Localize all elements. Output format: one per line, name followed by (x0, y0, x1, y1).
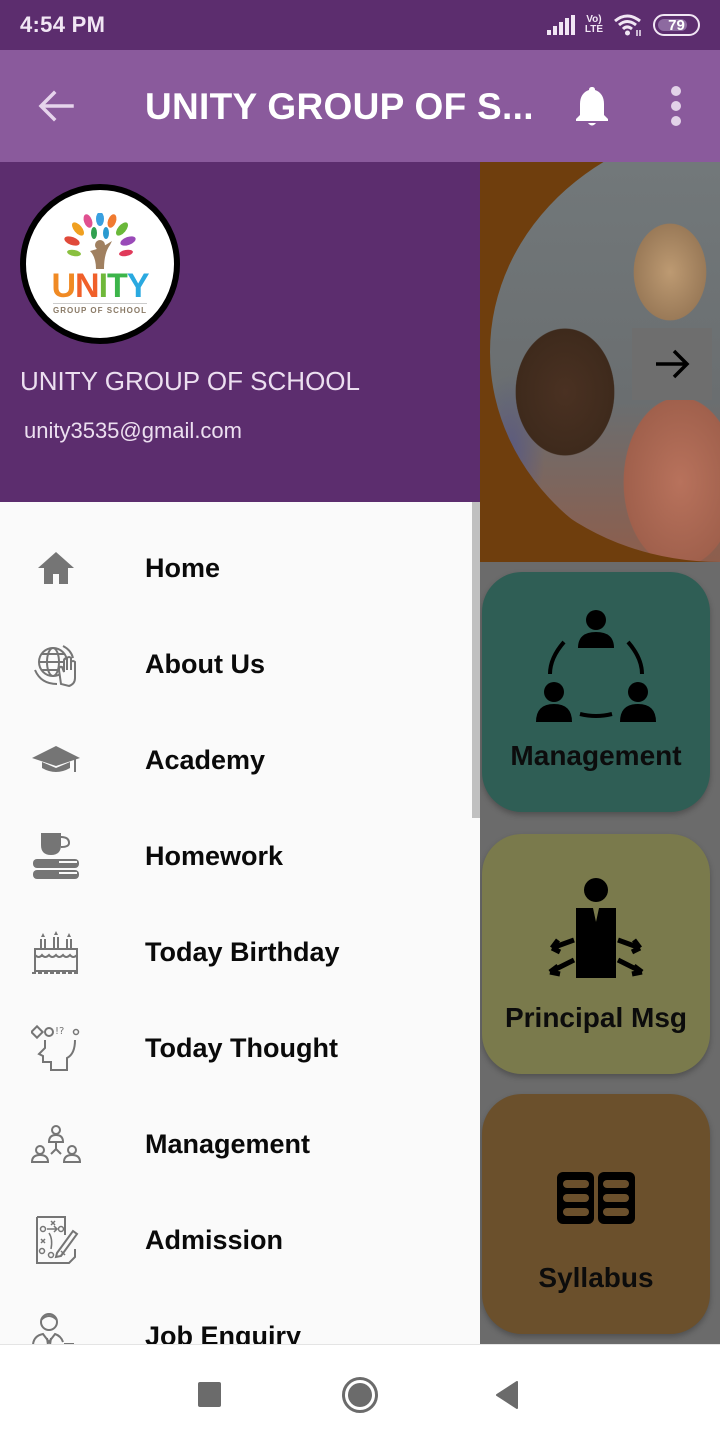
tile-management[interactable]: Management (482, 572, 710, 812)
status-icons: Vo) LTE 79 (546, 13, 700, 37)
logo-letter: U (51, 267, 76, 305)
menu-item-label: Admission (145, 1224, 284, 1255)
tile-label: Management (510, 740, 682, 771)
battery-level: 79 (668, 16, 685, 34)
more-vertical-icon-dot (671, 116, 681, 126)
back-button[interactable] (36, 86, 76, 126)
menu-item-label: Job Enquiry (145, 1320, 302, 1345)
menu-item-home[interactable]: Home (0, 520, 472, 616)
drawer-scrollbar[interactable] (472, 502, 480, 818)
more-vertical-icon-dot (671, 101, 681, 111)
school-logo: UNITY GROUP OF SCHOOL (20, 184, 180, 344)
arrow-left-icon (38, 90, 74, 122)
app-title: UNITY GROUP OF S... (145, 86, 534, 127)
app-bar: UNITY GROUP OF S... (0, 50, 720, 162)
school-name: UNITY GROUP OF SCHOOL (20, 366, 360, 396)
drawer-header: UNITY GROUP OF SCHOOL UNITY GROUP OF SCH… (0, 162, 480, 502)
slider-next-button[interactable] (632, 328, 712, 400)
globe-hand-icon (30, 640, 82, 688)
volte-icon: Vo) LTE (584, 14, 603, 35)
more-vertical-icon-dot (671, 86, 681, 96)
recents-square-icon (198, 1382, 221, 1407)
recents-button[interactable] (190, 1375, 230, 1415)
home-button[interactable] (340, 1375, 380, 1415)
menu-item-management[interactable]: Management (0, 1096, 472, 1192)
screen: 4:54 PM Vo) LTE 79 UNITY GROUP OF S... M… (0, 0, 720, 1440)
arrow-right-icon (656, 349, 690, 379)
menu-item-about-us[interactable]: About Us (0, 616, 472, 712)
back-triangle-icon (496, 1381, 518, 1409)
signal-icon (546, 15, 575, 35)
menu-item-label: About Us (145, 648, 265, 679)
team-hierarchy-icon (30, 1120, 82, 1168)
navigation-drawer: UNITY GROUP OF SCHOOL UNITY GROUP OF SCH… (0, 162, 480, 1344)
image-slider[interactable] (480, 162, 720, 562)
menu-item-job-enquiry[interactable]: Job Enquiry (0, 1288, 472, 1344)
status-time: 4:54 PM (20, 12, 106, 37)
school-email: unity3535@gmail.com (24, 418, 242, 443)
home-icon (30, 544, 82, 592)
principal-arrows-icon (548, 878, 644, 978)
notification-button[interactable] (572, 84, 612, 128)
logo-wordmark: UNITY (51, 267, 150, 305)
system-navigation-bar (0, 1344, 720, 1440)
menu-item-label: Homework (145, 840, 284, 871)
back-nav-button[interactable] (488, 1375, 528, 1415)
logo-subtext: GROUP OF SCHOOL (53, 303, 147, 315)
team-circle-icon (536, 610, 656, 722)
tile-syllabus[interactable]: Syllabus (482, 1094, 710, 1334)
menu-item-label: Management (145, 1128, 311, 1159)
more-options-button[interactable] (664, 86, 688, 126)
book-open-icon (557, 1172, 635, 1224)
businessman-briefcase-icon (30, 1312, 82, 1344)
menu-item-academy[interactable]: Academy (0, 712, 472, 808)
birthday-cake-icon (30, 928, 82, 976)
logo-letter: N (75, 267, 100, 305)
strategy-board-icon (30, 1216, 82, 1264)
tree-logo-icon (64, 213, 136, 269)
logo-letter: I (98, 267, 109, 305)
menu-item-label: Home (145, 552, 221, 583)
svg-text:!?: !? (55, 1026, 64, 1037)
menu-item-label: Academy (145, 744, 266, 775)
tile-label: Principal Msg (504, 1002, 688, 1033)
graduation-cap-icon (30, 736, 82, 784)
drawer-menu: Home About Us Academy Homework Today Bir… (0, 520, 472, 1344)
tile-principal-msg[interactable]: Principal Msg (482, 834, 710, 1074)
thinking-head-icon: !? (30, 1024, 82, 1072)
books-cup-icon (30, 832, 82, 880)
wifi-icon (614, 14, 641, 36)
logo-letter: T (107, 267, 128, 305)
home-circle-icon (342, 1377, 378, 1413)
menu-item-admission[interactable]: Admission (0, 1192, 472, 1288)
status-bar: 4:54 PM Vo) LTE 79 (0, 0, 720, 50)
menu-item-today-thought[interactable]: !? Today Thought (0, 1000, 472, 1096)
bell-icon (576, 87, 608, 126)
menu-item-label: Today Birthday (145, 936, 340, 967)
menu-item-label: Today Thought (145, 1032, 338, 1063)
menu-item-homework[interactable]: Homework (0, 808, 472, 904)
menu-item-today-birthday[interactable]: Today Birthday (0, 904, 472, 1000)
logo-letter: Y (126, 267, 150, 305)
tile-label: Syllabus (538, 1262, 654, 1293)
battery-icon: 79 (653, 14, 700, 36)
main-content-scrim[interactable]: Management Principal Msg Syllabus (480, 162, 720, 1344)
